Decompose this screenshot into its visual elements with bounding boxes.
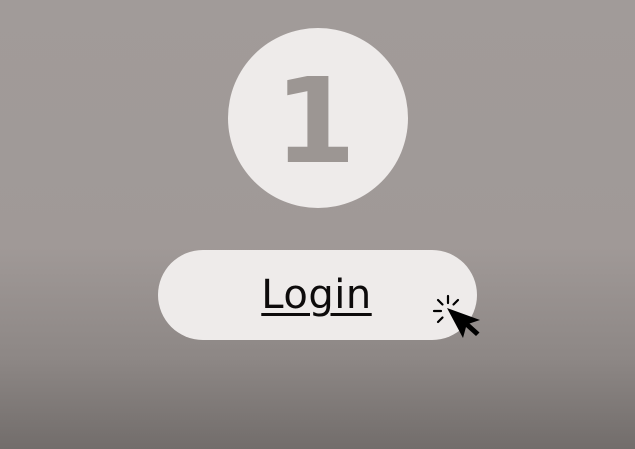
step-badge: 1 bbox=[228, 28, 408, 208]
click-cursor-icon bbox=[432, 294, 480, 338]
step-number: 1 bbox=[273, 52, 357, 190]
login-label: Login bbox=[261, 272, 372, 318]
